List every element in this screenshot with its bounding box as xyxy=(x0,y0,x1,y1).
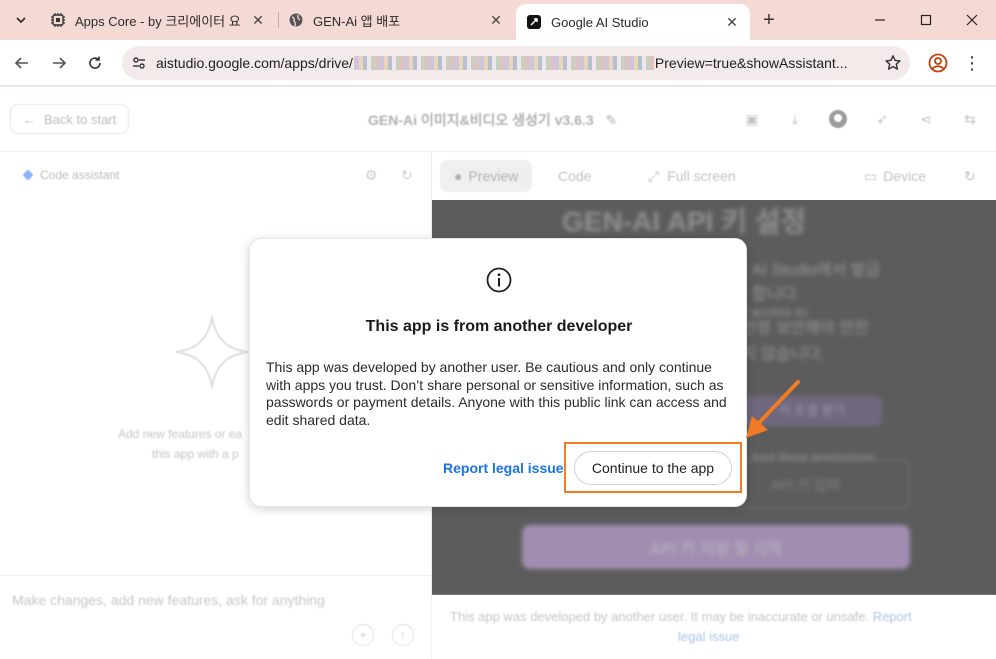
info-icon xyxy=(486,267,512,293)
hint-line-2: this app with a p xyxy=(152,447,239,461)
download-icon[interactable]: ⤓ xyxy=(785,109,805,129)
hint-line-1: Add new features or ea xyxy=(118,427,243,441)
chip-icon xyxy=(50,12,66,28)
new-tab-button[interactable]: + xyxy=(757,8,781,32)
close-icon xyxy=(966,14,978,26)
ai-studio-icon xyxy=(526,14,542,30)
refresh-icon: ↻ xyxy=(964,167,976,184)
code-assistant-header: Code assistant xyxy=(22,168,120,182)
legal-issue-link[interactable]: legal issue xyxy=(678,629,739,644)
composer-placeholder: Make changes, add new features, ask for … xyxy=(12,592,325,608)
redacted-url-segment xyxy=(353,56,654,70)
reload-preview-button[interactable]: ↻ xyxy=(950,160,990,192)
preview-dot-icon: ● xyxy=(454,168,463,184)
prompt-composer[interactable]: Make changes, add new features, ask for … xyxy=(0,575,432,659)
report-link[interactable]: Report xyxy=(873,609,912,624)
preview-disclaimer: This app was developed by another user. … xyxy=(432,595,996,659)
browser-toolbar: aistudio.google.com/apps/drive/ Preview=… xyxy=(0,40,996,86)
edit-pencil-icon[interactable]: ✎ xyxy=(606,112,618,128)
profile-button[interactable] xyxy=(926,51,950,75)
dialog-title: This app is from another developer xyxy=(365,318,633,335)
full-screen-button[interactable]: ⤢ Full screen xyxy=(634,160,750,192)
plus-icon: + xyxy=(763,8,775,31)
reload-button[interactable] xyxy=(83,51,107,75)
app-title-text: GEN-Ai 이미지&비디오 생성기 v3.6.3 xyxy=(368,112,594,128)
tab-google-ai-studio[interactable]: Google AI Studio ✕ xyxy=(516,4,750,40)
url-text: aistudio.google.com/apps/drive/ Preview=… xyxy=(156,55,876,71)
device-button[interactable]: ▭ Device xyxy=(850,160,940,192)
save-drive-icon[interactable]: ▣ xyxy=(742,109,762,129)
bookmark-star-icon[interactable] xyxy=(876,54,910,72)
close-icon[interactable]: ✕ xyxy=(488,12,504,28)
expand-icon: ⤢ xyxy=(648,167,660,184)
send-arrow-icon[interactable]: ↑ xyxy=(392,624,414,646)
tab-code[interactable]: Code xyxy=(544,160,605,192)
forward-nav-button[interactable] xyxy=(47,51,71,75)
maximize-button[interactable] xyxy=(903,0,949,40)
empty-state-hint: Add new features or ea this app with a p xyxy=(118,424,242,464)
deploy-rocket-icon[interactable]: ➶ xyxy=(872,109,892,129)
dialog-body: This app was developed by another user. … xyxy=(266,359,727,428)
preview-toolbar: ● Preview Code ⤢ Full screen ▭ Device ↻ xyxy=(432,152,996,200)
add-attachment-icon[interactable]: + xyxy=(352,624,374,646)
annotation-highlight-box xyxy=(564,442,742,493)
report-legal-issue-link[interactable]: Report legal issue xyxy=(443,460,564,476)
tab-title: GEN-Ai 앱 배포 xyxy=(313,13,401,29)
app-title[interactable]: GEN-Ai 이미지&비디오 생성기 v3.6.3 ✎ xyxy=(368,110,617,130)
close-icon[interactable]: ✕ xyxy=(724,14,740,30)
maximize-icon xyxy=(920,14,932,26)
settings-gear-icon[interactable]: ⚙ xyxy=(362,166,380,184)
reload-icon xyxy=(89,56,101,69)
back-to-start-button[interactable]: ← Back to start xyxy=(10,104,130,134)
full-screen-label: Full screen xyxy=(667,168,736,184)
chevron-down-icon xyxy=(16,17,26,24)
tab-title: Apps Core - by 크리에이터 요 xyxy=(75,13,241,29)
close-window-button[interactable] xyxy=(949,0,995,40)
back-nav-button[interactable] xyxy=(10,51,34,75)
device-icon: ▭ xyxy=(864,167,878,184)
arrow-left-icon: ← xyxy=(23,111,36,127)
workspace-icon[interactable]: ⇆ xyxy=(960,109,980,129)
site-settings-icon[interactable] xyxy=(122,55,156,71)
browser-tab-bar: Apps Core - by 크리에이터 요 ✕ GEN-Ai 앱 배포 ✕ G… xyxy=(0,0,996,40)
globe-icon xyxy=(288,12,304,28)
back-to-start-label: Back to start xyxy=(44,111,117,127)
tab-apps-core[interactable]: Apps Core - by 크리에이터 요 ✕ xyxy=(40,4,276,36)
tab-code-label: Code xyxy=(558,168,592,184)
arrow-right-icon xyxy=(53,57,67,69)
disclaimer-text: This app was developed by another user. … xyxy=(450,609,870,624)
app-header: ← Back to start GEN-Ai 이미지&비디오 생성기 v3.6.… xyxy=(0,87,996,152)
tab-title: Google AI Studio xyxy=(551,14,649,30)
minimize-icon xyxy=(875,19,885,21)
url-tail: Preview=true&showAssistant... xyxy=(654,55,848,71)
annotation-arrow-icon xyxy=(746,380,800,438)
arrow-left-icon xyxy=(14,57,28,69)
more-vertical-icon: ⋮ xyxy=(963,52,981,73)
browser-menu-button[interactable]: ⋮ xyxy=(960,51,984,75)
tab-gen-ai-deploy[interactable]: GEN-Ai 앱 배포 ✕ xyxy=(278,4,514,36)
minimize-button[interactable] xyxy=(857,0,903,40)
tab-preview-label: Preview xyxy=(468,168,519,184)
refresh-icon[interactable]: ↻ xyxy=(398,166,416,184)
device-label: Device xyxy=(883,168,927,184)
share-icon[interactable]: ⋖ xyxy=(916,109,936,129)
close-icon[interactable]: ✕ xyxy=(250,12,266,28)
account-icon xyxy=(928,53,948,73)
github-icon[interactable] xyxy=(828,109,848,129)
gemini-sparkle-icon xyxy=(175,315,249,389)
tab-preview[interactable]: ● Preview xyxy=(440,160,533,192)
url-host: aistudio.google.com/apps/drive/ xyxy=(156,55,353,71)
code-assistant-label: Code assistant xyxy=(40,168,120,182)
sparkle-icon xyxy=(22,169,34,181)
tab-search-button[interactable] xyxy=(8,8,34,32)
address-bar[interactable]: aistudio.google.com/apps/drive/ Preview=… xyxy=(122,46,910,80)
